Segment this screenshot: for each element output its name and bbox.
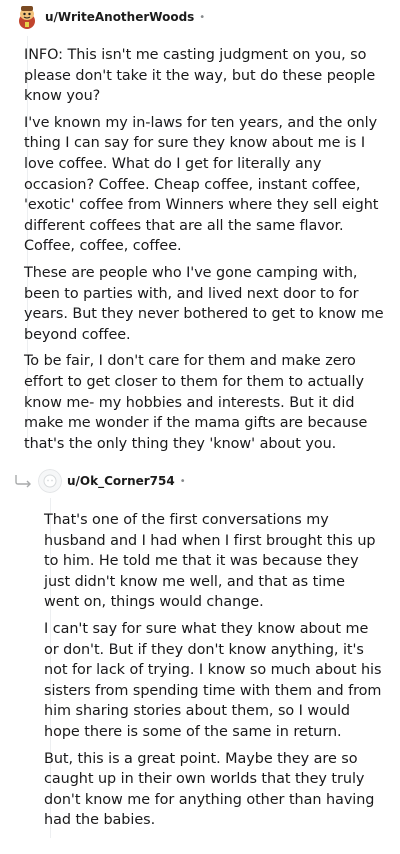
- comment-paragraph: These are people who I've gone camping w…: [24, 264, 384, 343]
- comment-body: That's one of the first conversations my…: [44, 510, 384, 837]
- comment-header: u/WriteAnotherWoods •: [16, 4, 205, 30]
- separator-dot: •: [199, 11, 206, 23]
- comment-paragraph: INFO: This isn't me casting judgment on …: [24, 47, 376, 105]
- comment-author[interactable]: u/WriteAnotherWoods: [45, 10, 194, 24]
- reply-comment-header: u/Ok_Corner754 •: [14, 469, 186, 493]
- comment-paragraph: But, this is a great point. Maybe they a…: [44, 750, 375, 829]
- default-avatar-icon[interactable]: [38, 469, 62, 493]
- comment-paragraph: That's one of the first conversations my…: [44, 512, 376, 611]
- reply-arrow-icon: [14, 473, 34, 489]
- snoo-avatar-icon[interactable]: [16, 4, 38, 30]
- separator-dot: •: [179, 475, 186, 487]
- comment-paragraph: To be fair, I don't care for them and ma…: [24, 353, 368, 452]
- comment-paragraph: I've known my in-laws for ten years, and…: [24, 114, 379, 255]
- comment-author[interactable]: u/Ok_Corner754: [67, 474, 175, 488]
- comment-paragraph: I can't say for sure what they know abou…: [44, 620, 382, 740]
- comment-body: INFO: This isn't me casting judgment on …: [24, 45, 388, 460]
